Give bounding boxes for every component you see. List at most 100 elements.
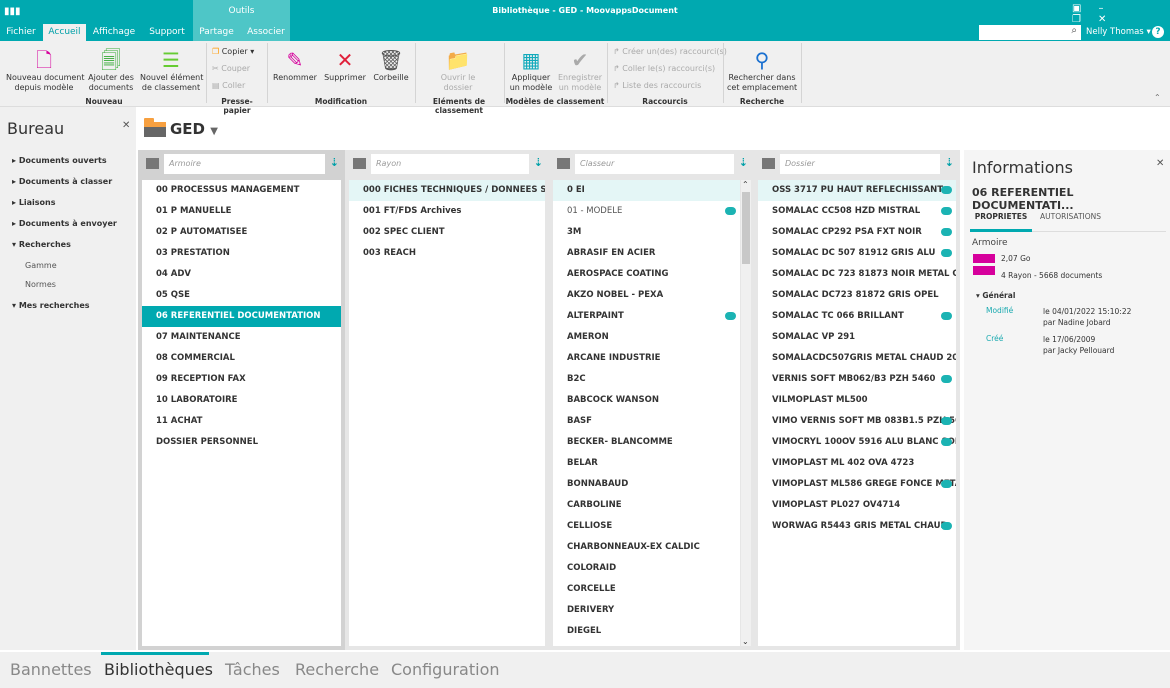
list-item[interactable]: SOMALAC TC 066 BRILLANT [758,306,956,327]
open-folder-button[interactable]: 📁 Ouvrir le dossier [430,47,486,93]
list-item[interactable]: 04 ADV [142,264,341,285]
list-item[interactable]: CARBOLINE [553,495,740,516]
help-icon[interactable]: ? [1152,26,1164,38]
comment-icon[interactable] [725,207,736,215]
sidebar-item[interactable]: ▸ Documents à classer [12,177,112,186]
delete-button[interactable]: ✕ Supprimer [322,47,368,83]
bottom-tab[interactable]: Tâches [225,660,280,679]
comment-icon[interactable] [941,207,952,215]
list-item[interactable]: ARCANE INDUSTRIE [553,348,740,369]
close-icon[interactable]: ✕ [1156,158,1164,169]
filter-input[interactable]: Classeur [575,154,734,174]
list-item[interactable]: CELLIOSE [553,516,740,537]
list-item[interactable]: BASF [553,411,740,432]
tab-affichage[interactable]: Affichage [88,24,140,41]
close-icon[interactable]: ✕ [122,120,130,131]
list-item[interactable]: VIMOPLAST ML586 GREGE FONCE METAL [758,474,956,495]
list-item[interactable]: AKZO NOBEL - PEXA [553,285,740,306]
window-controls[interactable]: ▣–❐✕ [1072,3,1170,25]
sort-icon[interactable]: ⇣ [534,156,543,169]
bottom-tab[interactable]: Bannettes [10,660,92,679]
tab-autorisations[interactable]: AUTORISATIONS [1040,207,1101,227]
list-item[interactable]: ABRASIF EN ACIER [553,243,740,264]
list-item[interactable]: 000 FICHES TECHNIQUES / DONNEES SECU. [349,180,545,201]
sidebar-item[interactable]: ▸ Documents ouverts [12,156,107,165]
tab-accueil[interactable]: Accueil [43,24,86,41]
search-location-button[interactable]: ⚲ Rechercher dans cet emplacement [727,47,797,93]
new-element-button[interactable]: ☰ Nouvel élément de classement [140,47,203,93]
scrollbar[interactable]: ⌃ ⌄ [741,180,751,646]
list-item[interactable]: 01 - MODELE [553,201,740,222]
cut-button[interactable]: ✂ Couper [212,61,250,77]
list-item[interactable]: AEROSPACE COATING [553,264,740,285]
search-input[interactable]: ⌕ [979,25,1081,40]
tab-proprietes[interactable]: PROPRIETES [970,207,1032,232]
list-item[interactable]: 02 P AUTOMATISEE [142,222,341,243]
collapse-ribbon-icon[interactable]: ⌃ [1154,93,1161,102]
save-template-button[interactable]: ✔ Enregistrer un modèle [556,47,604,93]
sidebar-item[interactable]: ▸ Documents à envoyer [12,219,117,228]
list-item[interactable]: ALTERPAINT [553,306,740,327]
list-item[interactable]: 001 FT/FDS Archives [349,201,545,222]
list-item[interactable]: 03 PRESTATION [142,243,341,264]
list-item[interactable]: 002 SPEC CLIENT [349,222,545,243]
list-item[interactable]: SOMALAC CP292 PSA FXT NOIR [758,222,956,243]
list-item[interactable]: BABCOCK WANSON [553,390,740,411]
sidebar-subitem[interactable]: Normes [25,280,56,289]
apply-template-button[interactable]: ▦ Appliquer un modèle [508,47,554,93]
list-item[interactable]: DIEGEL [553,621,740,642]
sidebar-item[interactable]: ▾ Recherches [12,240,71,249]
paste-button[interactable]: ▤ Coller [212,78,245,94]
list-item[interactable]: OSS 3717 PU HAUT REFLECHISSANT [758,180,956,201]
list-item[interactable]: B2C [553,369,740,390]
section-general[interactable]: ▾ Général [976,291,1015,300]
paste-shortcut-button[interactable]: ↱ Coller le(s) raccourci(s) [613,61,715,77]
tab-associer[interactable]: Associer [242,24,290,41]
comment-icon[interactable] [941,186,952,194]
new-from-template-button[interactable]: 🗋 Nouveau document depuis modèle [6,47,84,93]
list-item[interactable]: 3M [553,222,740,243]
bottom-tab[interactable]: Configuration [391,660,500,679]
bottom-tab[interactable]: Recherche [295,660,379,679]
list-item[interactable]: SOMALAC VP 291 [758,327,956,348]
list-item[interactable]: 07 MAINTENANCE [142,327,341,348]
comment-icon[interactable] [941,249,952,257]
list-item[interactable]: 08 COMMERCIAL [142,348,341,369]
list-item[interactable]: VIMOPLAST PL027 OV4714 [758,495,956,516]
list-item[interactable]: 09 RECEPTION FAX [142,369,341,390]
comment-icon[interactable] [941,417,952,425]
list-item[interactable]: WORWAG R5443 GRIS METAL CHAUD [758,516,956,537]
list-item[interactable]: SOMALAC DC 507 81912 GRIS ALU [758,243,956,264]
list-item[interactable]: DOSSIER PERSONNEL [142,432,341,453]
list-item[interactable]: AMERON [553,327,740,348]
list-item[interactable]: CHARBONNEAUX-EX CALDIC [553,537,740,558]
tab-support[interactable]: Support [142,24,192,41]
comment-icon[interactable] [941,375,952,383]
tab-partage[interactable]: Partage [193,24,240,41]
sidebar-item[interactable]: ▾ Mes recherches [12,301,90,310]
list-item[interactable]: SOMALACDC507GRIS METAL CHAUD 205421 [758,348,956,369]
list-item[interactable]: SOMALAC DC 723 81873 NOIR METAL OPEL [758,264,956,285]
filter-input[interactable]: Rayon [371,154,529,174]
user-menu[interactable]: Nelly Thomas ▾ [1086,27,1151,37]
bottom-tab[interactable]: Bibliothèques [104,660,213,679]
sort-icon[interactable]: ⇣ [739,156,748,169]
list-item[interactable]: VIMOPLAST ML 402 OVA 4723 [758,453,956,474]
list-item[interactable]: VILMOPLAST ML500 [758,390,956,411]
rename-button[interactable]: ✎ Renommer [272,47,318,83]
list-item[interactable]: 10 LABORATOIRE [142,390,341,411]
list-item[interactable]: VIMOCRYL 100OV 5916 ALU BLANC SOFT 7 [758,432,956,453]
comment-icon[interactable] [941,522,952,530]
comment-icon[interactable] [941,438,952,446]
trash-button[interactable]: 🗑 Corbeille [370,47,412,83]
list-item[interactable]: VERNIS SOFT MB062/B3 PZH 5460 [758,369,956,390]
list-item[interactable]: DERIVERY [553,600,740,621]
tab-fichier[interactable]: Fichier [0,24,42,41]
sidebar-subitem[interactable]: Gamme [25,261,57,270]
add-documents-button[interactable]: 🗐 Ajouter des documents [86,47,136,93]
comment-icon[interactable] [941,228,952,236]
list-item[interactable]: CORCELLE [553,579,740,600]
comment-icon[interactable] [941,480,952,488]
list-item[interactable]: BECKER- BLANCOMME [553,432,740,453]
filter-input[interactable]: Dossier [780,154,940,174]
